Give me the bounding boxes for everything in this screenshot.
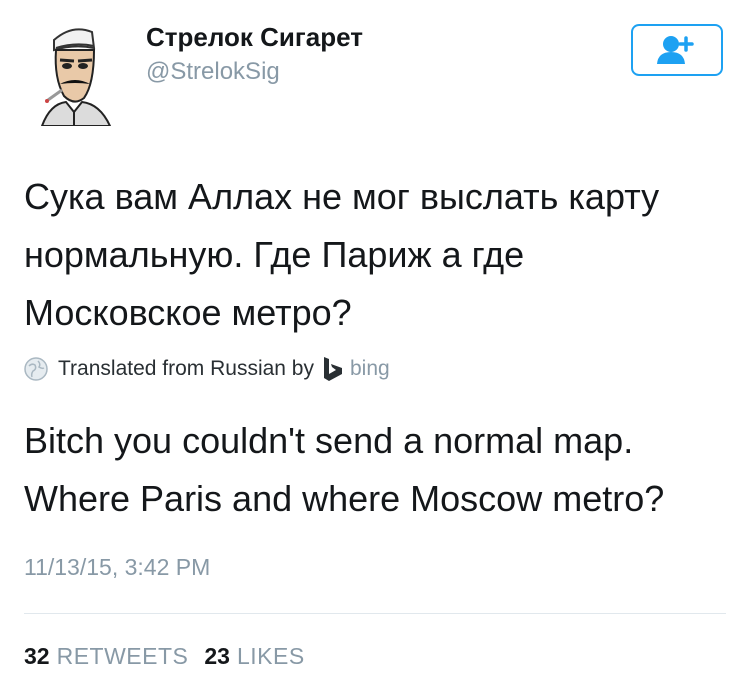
retweets-count[interactable]: 32 xyxy=(24,643,50,670)
likes-label[interactable]: LIKES xyxy=(237,643,305,670)
bing-logo[interactable]: bing xyxy=(322,356,390,382)
likes-count[interactable]: 23 xyxy=(204,643,230,670)
translation-attribution: Translated from Russian by bing xyxy=(24,354,390,384)
tweet-text: Сука вам Аллах не мог выслать карту норм… xyxy=(24,176,660,333)
display-name[interactable]: Стрелок Сигарет xyxy=(146,22,363,53)
bing-label: bing xyxy=(350,357,390,380)
translated-text: Bitch you couldn't send a normal map. Wh… xyxy=(24,420,665,519)
add-user-icon xyxy=(657,36,694,64)
translation-label: Translated from Russian by xyxy=(58,357,314,380)
divider xyxy=(24,613,726,614)
bing-icon xyxy=(324,357,342,381)
tweet-timestamp[interactable]: 11/13/15, 3:42 PM xyxy=(24,554,210,581)
follow-button[interactable] xyxy=(631,24,723,76)
user-handle[interactable]: @StrelokSig xyxy=(146,58,280,86)
sketch-portrait-avatar-icon xyxy=(20,18,128,127)
globe-icon xyxy=(24,357,48,381)
retweets-label[interactable]: RETWEETS xyxy=(57,643,189,670)
avatar[interactable] xyxy=(20,18,128,127)
tweet-stats: 32 RETWEETS 23 LIKES xyxy=(24,643,321,670)
